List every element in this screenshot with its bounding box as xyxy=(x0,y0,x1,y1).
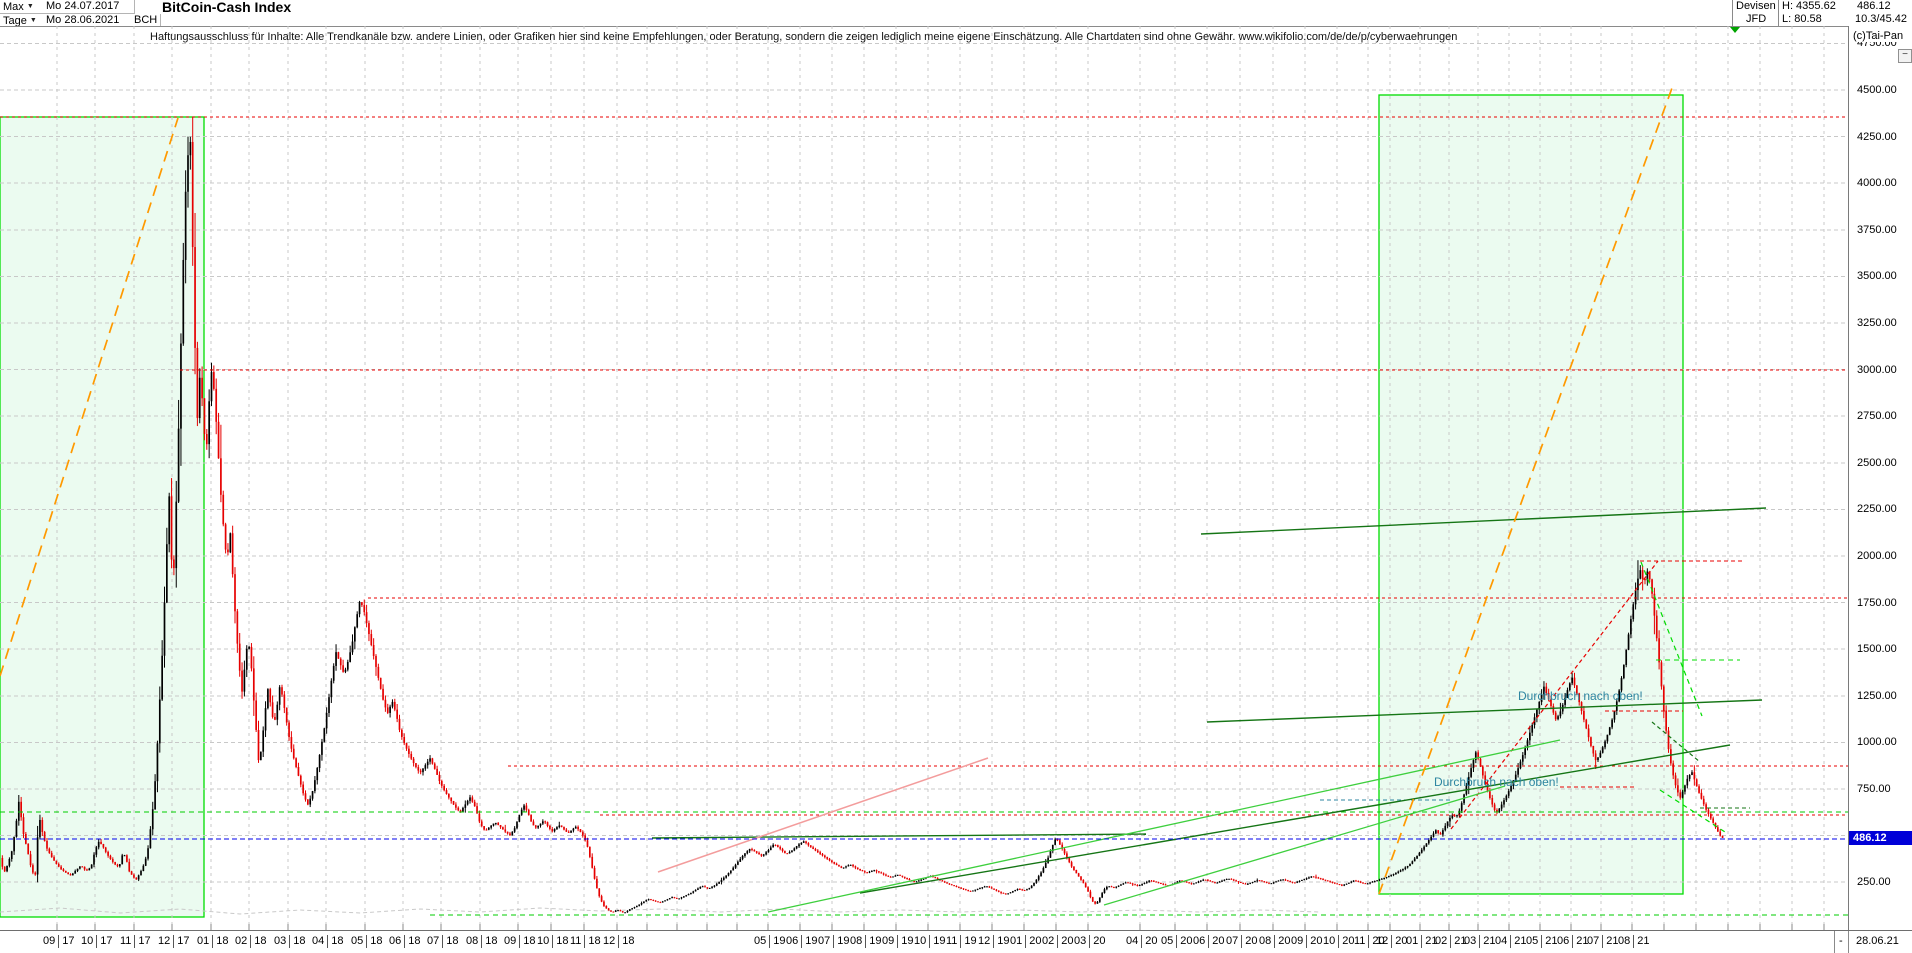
date-axis-label: 02 21 xyxy=(1435,935,1467,948)
date-axis-label: 12 17 xyxy=(158,935,190,948)
date-axis-label: 11 18 xyxy=(570,935,601,948)
price-axis-label: 3250.00 xyxy=(1857,317,1897,329)
feed-status-triangle-icon xyxy=(1730,27,1740,33)
date-axis-label: 10 19 xyxy=(914,935,946,948)
date-axis-label: 07 18 xyxy=(427,935,459,948)
date-axis-label: 01 20 xyxy=(1010,935,1042,948)
date-axis-label: 09 20 xyxy=(1291,935,1323,948)
provider-label: Devisen xyxy=(1736,0,1776,13)
header-divider xyxy=(1778,0,1779,26)
price-axis-label: 2250.00 xyxy=(1857,503,1897,516)
range-start-cell: Mo 24.07.2017 xyxy=(43,0,135,14)
date-axis-label: 11 17 xyxy=(120,935,151,948)
price-axis-label: 3000.00 xyxy=(1857,363,1897,376)
feed-label: JFD xyxy=(1746,13,1767,26)
date-axis-label: 04 18 xyxy=(312,935,344,948)
date-axis-label: 07 19 xyxy=(818,935,850,948)
date-axis-label: 02 18 xyxy=(235,935,267,948)
taipan-chart-window: Max ▼ Mo 24.07.2017 Tage ▼ Mo 28.06.2021… xyxy=(0,0,1912,953)
price-axis-label: 750.00 xyxy=(1857,783,1891,795)
header-divider xyxy=(1732,0,1733,26)
date-axis-label: 03 18 xyxy=(274,935,306,948)
page-title: BitCoin-Cash Index xyxy=(162,0,292,15)
date-axis-label: 03 20 xyxy=(1074,935,1106,948)
price-axis-label: 250.00 xyxy=(1857,876,1891,889)
low-value: L: 80.58 xyxy=(1782,13,1822,26)
price-axis-label: 1250.00 xyxy=(1857,689,1897,702)
last-date-cell: 28.06.21 xyxy=(1856,935,1899,947)
date-axis-label: 05 19 xyxy=(754,935,786,948)
date-axis-divider xyxy=(1848,931,1849,953)
breakout-annotation-2: Durchbruch nach oben! xyxy=(1434,775,1559,789)
price-axis-label: 3750.00 xyxy=(1857,223,1897,236)
date-axis-label: 12 19 xyxy=(978,935,1010,948)
date-axis-label: 12 18 xyxy=(603,935,635,948)
date-axis-label: 08 18 xyxy=(466,935,498,948)
chevron-down-icon: ▼ xyxy=(29,17,37,24)
current-price-tag: 486.12 xyxy=(1849,831,1912,846)
date-axis-label: 09 19 xyxy=(882,935,914,948)
date-axis-label: 01 18 xyxy=(197,935,229,948)
candlestick-chart-canvas[interactable] xyxy=(0,26,1850,930)
date-axis-label: 10 17 xyxy=(81,935,113,948)
axis-dash-cell: - xyxy=(1839,935,1843,947)
date-axis-label: 08 21 xyxy=(1618,935,1650,948)
high-value: H: 4355.62 xyxy=(1782,0,1836,13)
date-axis-label: 10 20 xyxy=(1323,935,1355,948)
price-axis-label: 1500.00 xyxy=(1857,643,1897,656)
trend-channel-box xyxy=(0,116,205,918)
date-axis-label: 05 21 xyxy=(1526,935,1558,948)
date-axis-label: 08 19 xyxy=(850,935,882,948)
price-axis-label: 2500.00 xyxy=(1857,456,1897,469)
date-axis-label: 01 21 xyxy=(1406,935,1438,948)
date-axis-label: 09 17 xyxy=(43,935,75,948)
price-axis-label: 4000.00 xyxy=(1857,177,1897,190)
breakout-annotation-1: Durchbruch nach oben! xyxy=(1518,689,1643,703)
price-axis: 4750.00 4500.00 4250.00 4000.00 3750.00 3500.… xyxy=(1848,26,1912,930)
minimize-button[interactable]: − xyxy=(1898,49,1912,63)
spread-value: 10.3/45.42 xyxy=(1855,13,1907,26)
price-axis-label: 1000.00 xyxy=(1857,736,1897,749)
date-axis-label: 05 20 xyxy=(1161,935,1193,948)
date-axis-label: 04 21 xyxy=(1495,935,1527,948)
date-axis: - 28.06.21 09 17 10 17 11 17 12 17 01 18 02 18 03 18 0… xyxy=(0,930,1912,953)
date-axis-label: 07 21 xyxy=(1587,935,1619,948)
price-axis-label: 3500.00 xyxy=(1857,270,1897,283)
disclaimer-text: Haftungsausschluss für Inhalte: Alle Tre… xyxy=(150,31,1458,43)
date-axis-label: 08 20 xyxy=(1259,935,1291,948)
price-axis-label: 2750.00 xyxy=(1857,410,1897,423)
chevron-down-icon: ▼ xyxy=(26,3,34,10)
last-price-value: 486.12 xyxy=(1857,0,1891,13)
date-axis-label: 07 20 xyxy=(1226,935,1258,948)
date-axis-label: 06 18 xyxy=(389,935,421,948)
period-dropdown-label: Max xyxy=(3,1,24,13)
date-axis-label: 02 20 xyxy=(1042,935,1074,948)
price-axis-label: 1750.00 xyxy=(1857,596,1897,609)
period-dropdown[interactable]: Max ▼ xyxy=(0,0,46,14)
price-axis-label: 2000.00 xyxy=(1857,550,1897,562)
price-axis-label: 4250.00 xyxy=(1857,130,1897,143)
date-axis-label: 06 20 xyxy=(1193,935,1225,948)
date-axis-divider xyxy=(1834,931,1835,953)
date-axis-label: 09 18 xyxy=(504,935,536,948)
date-axis-label: 03 21 xyxy=(1464,935,1496,948)
price-axis-label: 4500.00 xyxy=(1857,84,1897,96)
date-axis-label: 11 19 xyxy=(946,935,977,948)
date-axis-label: 06 21 xyxy=(1557,935,1589,948)
date-axis-label: 06 19 xyxy=(786,935,818,948)
copyright-label: (c)Tai-Pan xyxy=(1853,30,1904,42)
date-axis-label: 12 20 xyxy=(1376,935,1408,948)
date-axis-label: 10 18 xyxy=(537,935,569,948)
date-axis-label: 04 20 xyxy=(1126,935,1158,948)
date-axis-label: 05 18 xyxy=(351,935,383,948)
